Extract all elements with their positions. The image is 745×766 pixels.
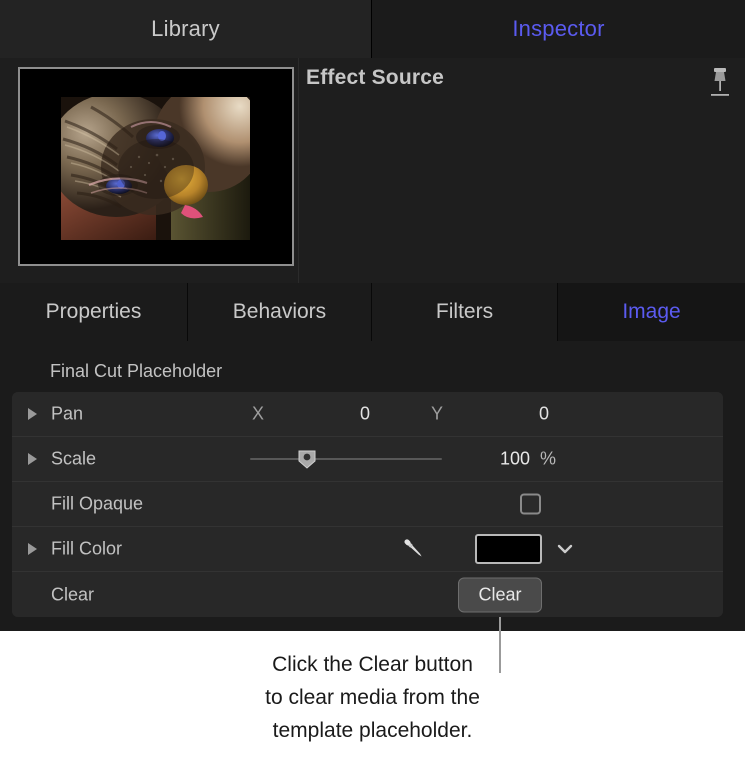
scale-unit: % [540, 448, 557, 469]
caption-line-2: to clear media from the [265, 686, 480, 709]
row-fill-opaque[interactable]: Fill Opaque [12, 482, 723, 527]
row-pan[interactable]: Pan X 0 Y 0 [12, 392, 723, 437]
tab-properties-label: Properties [45, 300, 142, 323]
scale-slider[interactable] [250, 449, 442, 469]
disclosure-triangle-icon[interactable] [28, 408, 37, 420]
tab-properties[interactable]: Properties [0, 283, 188, 341]
chevron-down-icon[interactable] [555, 539, 575, 559]
source-thumbnail[interactable] [18, 67, 294, 266]
row-pan-label: Pan [51, 403, 84, 424]
pan-y-value[interactable]: 0 [501, 404, 549, 425]
clear-button[interactable]: Clear [458, 577, 542, 612]
tab-filters[interactable]: Filters [372, 283, 558, 341]
fill-color-swatch[interactable] [475, 534, 542, 564]
pan-y-label: Y [431, 403, 444, 424]
caption-line-1: Click the Clear button [272, 653, 473, 676]
pan-x-value[interactable]: 0 [322, 404, 370, 425]
tab-inspector[interactable]: Inspector [372, 0, 745, 58]
disclosure-triangle-icon[interactable] [28, 543, 37, 555]
thumbnail-canvas [20, 69, 292, 264]
eyedropper-icon[interactable] [400, 535, 428, 563]
scale-slider-thumb[interactable] [297, 449, 317, 469]
page-title: Effect Source [306, 66, 444, 89]
tab-library[interactable]: Library [0, 0, 372, 58]
tab-filters-label: Filters [435, 300, 494, 323]
pushpin-icon[interactable] [707, 66, 733, 102]
scale-slider-track [250, 458, 442, 460]
row-fill-color[interactable]: Fill Color [12, 527, 723, 572]
tab-behaviors-label: Behaviors [232, 300, 327, 323]
header-divider [298, 58, 299, 283]
tab-behaviors[interactable]: Behaviors [188, 283, 372, 341]
fill-opaque-checkbox[interactable] [520, 493, 541, 515]
tab-library-label: Library [151, 16, 220, 41]
parameter-rows: Pan X 0 Y 0 Scale 100 % Fill Opaque Fill… [12, 392, 723, 617]
inspector-tab-bar: Properties Behaviors Filters Image [0, 283, 745, 341]
effect-source-panel: Effect Source [0, 58, 745, 283]
image-parameters-panel: Final Cut Placeholder Pan X 0 Y 0 Scale [0, 341, 745, 631]
row-fill-opaque-label: Fill Opaque [51, 493, 144, 514]
row-clear-label: Clear [51, 584, 95, 604]
scale-value[interactable]: 100 [472, 449, 530, 470]
row-clear[interactable]: Clear Clear [12, 572, 723, 617]
tab-image[interactable]: Image [558, 283, 745, 341]
caption-line-3: template placeholder. [272, 719, 473, 742]
row-fill-color-label: Fill Color [51, 538, 123, 559]
callout-caption: Click the Clear button to clear media fr… [0, 648, 745, 747]
cat-photo-art [61, 97, 250, 240]
motion-inspector-screenshot: Library Inspector Effect Source Properti… [0, 0, 745, 766]
top-tab-bar: Library Inspector [0, 0, 745, 58]
cat-photo [61, 97, 250, 240]
tab-inspector-label: Inspector [512, 16, 605, 41]
pan-x-label: X [252, 403, 265, 424]
tab-image-label: Image [622, 300, 681, 323]
group-title: Final Cut Placeholder [50, 361, 223, 381]
row-scale[interactable]: Scale 100 % [12, 437, 723, 482]
disclosure-triangle-icon[interactable] [28, 453, 37, 465]
row-scale-label: Scale [51, 448, 97, 469]
